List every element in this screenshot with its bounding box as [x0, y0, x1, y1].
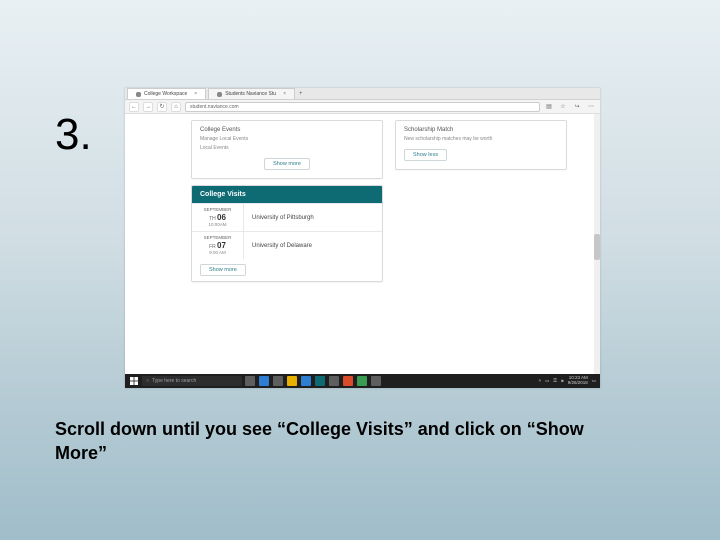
volume-icon[interactable]: 🕪 — [561, 379, 564, 384]
taskbar-app-icon[interactable] — [357, 376, 367, 386]
card-line: Manage Local Events — [200, 136, 374, 142]
visit-school: University of Pittsburgh — [244, 204, 382, 231]
share-icon[interactable]: ↪ — [572, 102, 582, 112]
clock-date: 9/26/2018 — [568, 381, 588, 386]
nav-home-button[interactable]: ⌂ — [171, 102, 181, 112]
instruction-caption: Scroll down until you see “College Visit… — [55, 418, 630, 465]
browser-tab[interactable]: College Workspace × — [127, 88, 206, 99]
card-line: Local Events — [200, 145, 374, 151]
card-title: Scholarship Match — [404, 127, 558, 133]
browser-tab-strip: College Workspace × Students Naviance St… — [125, 88, 600, 100]
close-icon[interactable]: × — [194, 91, 197, 97]
tray-chevron-icon[interactable]: ˄ — [539, 379, 542, 384]
visit-date: SEPTEMBER FR 07 9:00 AM — [192, 232, 244, 259]
taskbar-app-icon[interactable] — [329, 376, 339, 386]
scholarship-match-card: Scholarship Match New scholarship matche… — [395, 120, 567, 170]
tab-favicon-icon — [217, 92, 222, 97]
scrollbar-thumb[interactable] — [594, 234, 600, 260]
new-tab-button[interactable]: + — [295, 91, 307, 97]
taskbar-app-icon[interactable] — [371, 376, 381, 386]
show-more-button[interactable]: Show more — [200, 264, 246, 276]
windows-taskbar: ○ Type here to search ˄ ▭ ⚿ 🕪 10:23 AM 9… — [125, 374, 600, 388]
address-bar[interactable]: student.naviance.com — [185, 102, 540, 112]
taskbar-pinned-apps — [245, 376, 381, 386]
tab-favicon-icon — [136, 92, 141, 97]
more-options-icon[interactable]: ⋯ — [586, 102, 596, 112]
visit-school: University of Delaware — [244, 232, 382, 259]
tab-label: Students Naviance Stu — [225, 91, 276, 97]
visit-date: SEPTEMBER TH 06 10:00AM — [192, 204, 244, 231]
notifications-icon[interactable]: ▭ — [592, 379, 596, 384]
college-events-card: College Events Manage Local Events Local… — [191, 120, 383, 179]
nav-forward-button[interactable]: → — [143, 102, 153, 112]
tray-icon[interactable]: ▭ — [545, 379, 549, 384]
taskbar-app-icon[interactable] — [343, 376, 353, 386]
start-button[interactable] — [129, 376, 139, 386]
card-subtext: New scholarship matches may be worth — [404, 136, 558, 142]
college-visit-row[interactable]: SEPTEMBER TH 06 10:00AM University of Pi… — [192, 203, 382, 231]
taskbar-app-icon[interactable] — [259, 376, 269, 386]
show-less-button[interactable]: Show less — [404, 149, 447, 161]
address-url: student.naviance.com — [190, 104, 239, 110]
taskbar-search[interactable]: ○ Type here to search — [142, 376, 242, 386]
search-placeholder: Type here to search — [152, 378, 196, 384]
college-visits-card: College Visits SEPTEMBER TH 06 10:00AM U… — [191, 185, 383, 282]
nav-refresh-button[interactable]: ↻ — [157, 102, 167, 112]
card-header: College Visits — [192, 186, 382, 203]
embedded-screenshot: College Workspace × Students Naviance St… — [125, 88, 600, 388]
step-number: 3. — [55, 110, 92, 160]
scrollbar[interactable] — [594, 114, 600, 374]
taskbar-app-icon[interactable] — [301, 376, 311, 386]
taskbar-app-icon[interactable] — [315, 376, 325, 386]
taskbar-clock[interactable]: 10:23 AM 9/26/2018 — [568, 376, 588, 386]
college-visit-row[interactable]: SEPTEMBER FR 07 9:00 AM University of De… — [192, 231, 382, 259]
nav-back-button[interactable]: ← — [129, 102, 139, 112]
browser-toolbar: ← → ↻ ⌂ student.naviance.com ▤ ☆ ↪ ⋯ — [125, 100, 600, 114]
visit-dow: FR — [209, 244, 216, 250]
card-title: College Events — [200, 127, 374, 133]
favorite-star-icon[interactable]: ☆ — [558, 102, 568, 112]
search-icon: ○ — [146, 378, 149, 384]
taskbar-app-icon[interactable] — [245, 376, 255, 386]
wifi-icon[interactable]: ⚿ — [553, 379, 556, 384]
reader-view-icon[interactable]: ▤ — [544, 102, 554, 112]
visit-day: 06 — [217, 213, 226, 222]
visit-day: 07 — [217, 241, 226, 250]
taskbar-app-icon[interactable] — [287, 376, 297, 386]
visit-dow: TH — [209, 216, 216, 222]
visit-time: 9:00 AM — [209, 250, 226, 255]
tab-label: College Workspace — [144, 91, 187, 97]
browser-tab[interactable]: Students Naviance Stu × — [208, 88, 295, 99]
taskbar-app-icon[interactable] — [273, 376, 283, 386]
page-content: College Events Manage Local Events Local… — [125, 114, 600, 374]
show-more-button[interactable]: Show more — [264, 158, 310, 170]
close-icon[interactable]: × — [283, 91, 286, 97]
visit-time: 10:00AM — [208, 222, 226, 227]
